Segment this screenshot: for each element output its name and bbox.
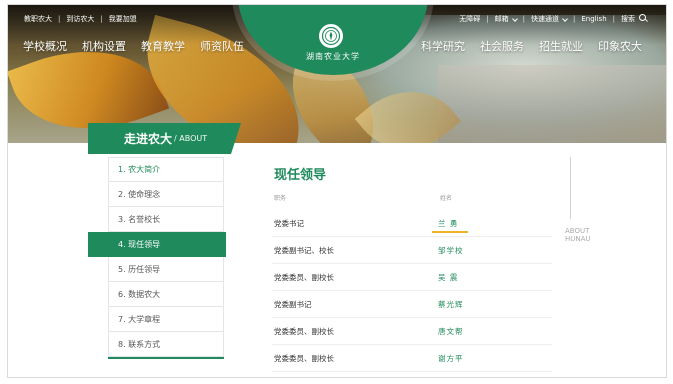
- sidebar-item-contact[interactable]: 8. 联系方式: [108, 332, 224, 357]
- language-link[interactable]: English: [581, 15, 606, 23]
- topbar-right-links: 无障碍 | 邮箱 | 快速通道 | English | 搜索: [459, 14, 646, 24]
- topbar-left-links: 教职农大 | 到访农大 | 我要加盟: [24, 14, 137, 24]
- page-title: 现任领导: [274, 168, 327, 183]
- topbar-link[interactable]: 我要加盟: [109, 14, 137, 24]
- leader-position: 党委委员、副校长: [274, 272, 334, 282]
- leader-name[interactable]: 唐文帮: [438, 326, 464, 337]
- vertical-about-text: ABOUT HUNAU: [565, 227, 591, 243]
- topbar-link[interactable]: 教职农大: [24, 14, 52, 24]
- sidebar-bottom-bar: [108, 357, 224, 359]
- table-row: 党委委员、副校长 吴 震: [272, 264, 552, 291]
- divider: |: [58, 15, 61, 23]
- section-tab-about: 走进农大 / ABOUT: [88, 123, 241, 154]
- leader-position: 党委副书记: [274, 299, 312, 309]
- column-header-position: 职务: [274, 195, 287, 202]
- sidebar-item-data[interactable]: 6. 数据农大: [108, 282, 224, 307]
- mail-label: 邮箱: [494, 15, 509, 23]
- leader-name[interactable]: 谢方平: [438, 353, 464, 364]
- chevron-down-icon: [562, 16, 568, 22]
- table-row: 党委书记 兰 勇: [272, 210, 552, 237]
- main-nav-left: 学校概况 机构设置 教育教学 师资队伍: [23, 38, 259, 54]
- sidebar-item-former-leaders[interactable]: 5. 历任领导: [108, 257, 224, 282]
- sidebar-item-intro[interactable]: 1. 农大简介: [108, 157, 224, 182]
- emblem-graphic: [321, 26, 341, 46]
- nav-item-research[interactable]: 科学研究: [421, 38, 465, 54]
- section-tab-subtitle: / ABOUT: [174, 134, 208, 143]
- table-row: 党委委员、副校长 唐文帮: [272, 318, 552, 345]
- quick-access-dropdown[interactable]: 快速通道: [531, 14, 568, 24]
- leader-position: 党委副书记、校长: [274, 245, 334, 255]
- leader-name[interactable]: 蔡光辉: [438, 299, 464, 310]
- divider: |: [522, 15, 525, 23]
- section-tab-title: 走进农大: [124, 132, 173, 146]
- divider: |: [573, 15, 576, 23]
- leader-position: 党委委员、副校长: [274, 353, 334, 363]
- accessibility-link[interactable]: 无障碍: [459, 14, 480, 24]
- column-header-name: 姓名: [440, 195, 453, 202]
- leader-name[interactable]: 吴 震: [438, 272, 458, 283]
- university-name-logo[interactable]: 湖南农业大学: [305, 51, 361, 62]
- sidebar-item-mission[interactable]: 2. 使命理念: [108, 182, 224, 207]
- nav-item-admissions[interactable]: 招生就业: [539, 38, 583, 54]
- topbar-link[interactable]: 到访农大: [66, 14, 94, 24]
- sidebar-item-current-leaders[interactable]: 4. 现任领导: [88, 232, 226, 257]
- sidebar-menu: 1. 农大简介 2. 使命理念 3. 名誉校长 4. 现任领导 5. 历任领导 …: [88, 157, 226, 359]
- nav-item-faculty[interactable]: 师资队伍: [200, 38, 244, 54]
- mail-link[interactable]: 邮箱: [494, 14, 518, 24]
- hero-building: [438, 65, 666, 143]
- nav-item-organizations[interactable]: 机构设置: [82, 38, 126, 54]
- table-row: 党委副书记 蔡光辉: [272, 291, 552, 318]
- leader-name[interactable]: 兰 勇: [438, 218, 458, 229]
- quick-access-label: 快速通道: [531, 15, 559, 23]
- nav-item-school-overview[interactable]: 学校概况: [23, 38, 67, 54]
- search-button[interactable]: 搜索: [621, 14, 646, 24]
- table-row: 党委委员、副校长 谢方平: [272, 345, 552, 372]
- chevron-down-icon: [511, 16, 518, 22]
- leader-name[interactable]: 邹学校: [438, 245, 464, 256]
- divider: |: [100, 15, 103, 23]
- divider: |: [486, 15, 489, 23]
- vertical-divider: [570, 157, 571, 219]
- divider: |: [612, 15, 615, 23]
- active-row-underline: [432, 231, 468, 233]
- page-frame: 湖南农业大学 教职农大 | 到访农大 | 我要加盟 无障碍 | 邮箱 | 快速通…: [7, 4, 667, 378]
- leader-position: 党委委员、副校长: [274, 326, 334, 336]
- leaders-table: 党委书记 兰 勇 党委副书记、校长 邹学校 党委委员、副校长 吴 震 党委副书记…: [272, 210, 552, 372]
- nav-item-education[interactable]: 教育教学: [141, 38, 185, 54]
- university-emblem-icon[interactable]: [317, 22, 345, 50]
- main-nav-right: 科学研究 社会服务 招生就业 印象农大: [406, 38, 642, 54]
- sidebar-item-charter[interactable]: 7. 大学章程: [108, 307, 224, 332]
- leader-position: 党委书记: [274, 218, 304, 228]
- sidebar-item-honorary-president[interactable]: 3. 名誉校长: [108, 207, 224, 232]
- table-row: 党委副书记、校长 邹学校: [272, 237, 552, 264]
- search-label: 搜索: [621, 15, 635, 23]
- search-icon: [639, 14, 646, 21]
- nav-item-impressions[interactable]: 印象农大: [598, 38, 642, 54]
- nav-item-social-service[interactable]: 社会服务: [480, 38, 524, 54]
